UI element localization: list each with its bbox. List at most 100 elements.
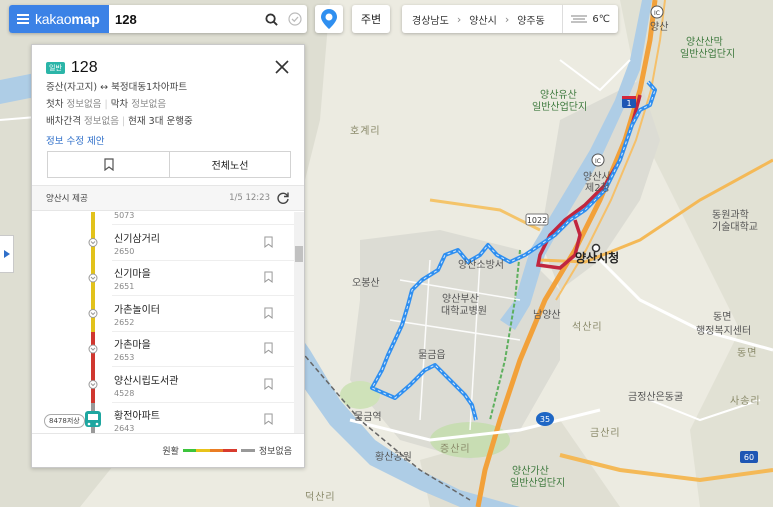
- stop-number: 4528: [114, 388, 135, 398]
- route-number: 128: [70, 59, 98, 76]
- stop-row[interactable]: 가촌마을 2653: [32, 332, 294, 367]
- svg-text:일반산업단지: 일반산업단지: [532, 100, 587, 113]
- bookmark-icon[interactable]: [264, 212, 273, 215]
- breadcrumb: 경상남도 › 양산시 › 양주동 6℃: [402, 5, 618, 33]
- svg-text:사송리: 사송리: [730, 395, 761, 407]
- bookmark-icon[interactable]: [264, 236, 273, 251]
- all-routes-button[interactable]: 전체노선: [170, 152, 290, 177]
- svg-text:오봉산: 오봉산: [352, 277, 380, 289]
- svg-text:증산리: 증산리: [440, 443, 471, 455]
- svg-text:제2청: 제2청: [585, 182, 610, 194]
- svg-text:1022: 1022: [527, 216, 547, 225]
- svg-text:양산소방서: 양산소방서: [458, 259, 504, 271]
- svg-text:IC: IC: [595, 158, 601, 165]
- bookmark-icon[interactable]: [264, 342, 273, 357]
- stop-number: 2643: [114, 424, 135, 433]
- stop-number: 2653: [114, 353, 135, 362]
- road-shield-60: 60: [740, 451, 758, 463]
- stop-name[interactable]: 가촌놀이터: [114, 301, 160, 316]
- svg-text:동원과학: 동원과학: [712, 209, 749, 221]
- suggest-edit-link[interactable]: 정보 수정 제안: [46, 133, 290, 147]
- legend-swatch: [209, 449, 224, 452]
- bookmark-icon[interactable]: [264, 378, 273, 393]
- svg-text:황산공원: 황산공원: [375, 451, 412, 463]
- weather-widget[interactable]: 6℃: [562, 5, 618, 33]
- stop-name[interactable]: 가촌마을: [114, 336, 151, 351]
- legend-swatch: [223, 449, 237, 452]
- bus-position-badge[interactable]: 8478저상: [44, 414, 85, 428]
- stop-row[interactable]: 양산시립도서관 4528: [32, 368, 294, 403]
- svg-text:행정복지센터: 행정복지센터: [696, 325, 751, 337]
- panel-toggle-tab[interactable]: [0, 235, 14, 273]
- stop-number: 5073: [114, 212, 135, 220]
- ic-marker-mid: IC: [591, 153, 605, 167]
- stop-number: 2650: [114, 246, 135, 256]
- chevron-right-icon: ›: [456, 12, 462, 26]
- svg-text:덕산리: 덕산리: [305, 491, 336, 503]
- close-icon[interactable]: [274, 59, 290, 75]
- provider-bar: 양산시 제공 1/5 12:23: [32, 185, 304, 211]
- search-input[interactable]: 128: [109, 12, 259, 27]
- location-pin-button[interactable]: [315, 5, 343, 33]
- route-type-badge: 일반: [46, 62, 65, 74]
- svg-text:양산부산: 양산부산: [442, 293, 479, 305]
- interval-info: 배차간격 정보없음 | 현재 3대 운행중: [46, 116, 193, 127]
- traffic-legend: 원활 정보없음: [32, 433, 304, 467]
- svg-text:호계리: 호계리: [350, 125, 381, 137]
- svg-text:양산유산: 양산유산: [540, 89, 577, 101]
- bookmark-route-button[interactable]: [48, 152, 170, 177]
- stop-number: 2651: [114, 282, 135, 291]
- stop-name[interactable]: 신기마을: [114, 265, 151, 280]
- menu-icon[interactable]: [17, 14, 29, 24]
- stop-number: 2652: [114, 317, 135, 327]
- stop-list[interactable]: 5073 신기삼거리 2650 신기마을 2651 가촌놀이터 2652 가촌마을 2653 양산…: [32, 212, 304, 433]
- svg-text:남양산: 남양산: [533, 309, 561, 321]
- brand-name: kakaomap: [35, 11, 100, 27]
- nearby-button[interactable]: 주변: [352, 5, 390, 33]
- svg-text:35: 35: [540, 415, 550, 424]
- legend-swatch: [182, 449, 197, 452]
- stop-row[interactable]: 5073: [32, 212, 294, 225]
- ic-marker-top: IC: [650, 5, 664, 19]
- svg-text:양산가산: 양산가산: [512, 465, 549, 477]
- breadcrumb-city[interactable]: 양산시: [469, 12, 497, 27]
- legend-color-bar: [182, 449, 237, 452]
- road-shield-35: 35: [536, 412, 554, 426]
- check-icon[interactable]: [283, 5, 307, 33]
- brand-logo[interactable]: kakaomap: [9, 5, 109, 33]
- refresh-icon[interactable]: [276, 191, 290, 205]
- chevron-right-icon: ›: [504, 12, 510, 26]
- search-box[interactable]: kakaomap 128: [9, 5, 307, 33]
- svg-text:석산리: 석산리: [572, 321, 603, 333]
- road-shield-1: 1: [622, 96, 636, 108]
- stop-name[interactable]: 황전아파트: [114, 407, 160, 422]
- scrollbar[interactable]: [294, 212, 304, 433]
- svg-text:금산리: 금산리: [590, 427, 621, 439]
- svg-text:양산산막: 양산산막: [686, 36, 723, 48]
- temperature: 6℃: [592, 13, 610, 25]
- scrollbar-thumb[interactable]: [295, 246, 303, 262]
- stop-row[interactable]: 신기마을 2651: [32, 261, 294, 296]
- stop-row[interactable]: 신기삼거리 2650: [32, 226, 294, 261]
- svg-text:물금읍: 물금읍: [418, 349, 446, 361]
- first-last-bus: 첫차 정보없음 | 막차 정보없음: [46, 99, 167, 110]
- bookmark-icon[interactable]: [264, 271, 273, 286]
- breadcrumb-province[interactable]: 경상남도: [412, 12, 449, 27]
- bookmark-icon[interactable]: [264, 307, 273, 322]
- stop-row[interactable]: 가촌놀이터 2652: [32, 297, 294, 332]
- provider-label: 양산시 제공: [46, 194, 88, 204]
- svg-text:일반산업단지: 일반산업단지: [680, 47, 735, 60]
- legend-no-info: 정보없음: [258, 447, 292, 457]
- location-pin-icon: [321, 9, 337, 29]
- bookmark-icon[interactable]: [264, 413, 273, 428]
- stop-name[interactable]: 양산시립도서관: [114, 372, 178, 387]
- svg-text:금정산은동굴: 금정산은동굴: [628, 391, 683, 403]
- breadcrumb-district[interactable]: 양주동: [517, 12, 545, 27]
- chevron-right-icon: [3, 250, 10, 258]
- svg-text:1: 1: [626, 99, 631, 108]
- search-icon[interactable]: [259, 5, 283, 33]
- stop-name[interactable]: 신기삼거리: [114, 230, 160, 245]
- bookmark-icon: [103, 158, 114, 171]
- svg-text:물금역: 물금역: [354, 411, 382, 423]
- legend-smooth: 원활: [162, 447, 179, 457]
